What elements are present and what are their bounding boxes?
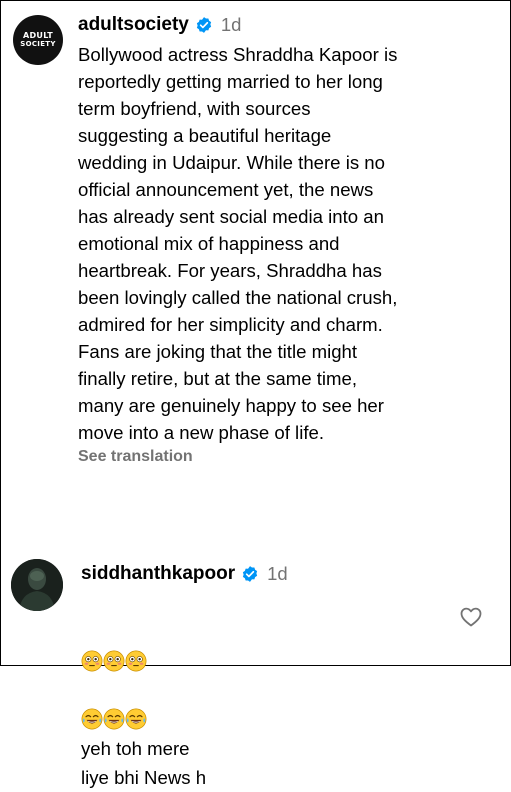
post-time[interactable]: 1d — [221, 14, 242, 36]
comment-header: siddhanthkapoor 1d — [81, 559, 451, 589]
tears-of-joy-emoji-icon — [125, 708, 147, 730]
comment-time[interactable]: 1d — [267, 563, 288, 585]
flushed-face-emoji-icon — [125, 650, 147, 672]
comment-text-line1: yeh toh mere — [81, 738, 190, 759]
comment-username[interactable]: siddhanthkapoor — [81, 563, 235, 585]
post-header: adultsociety 1d — [78, 9, 498, 41]
heart-outline-icon[interactable] — [459, 605, 483, 629]
caption-text: Bollywood actress Shraddha Kapoor is rep… — [78, 44, 398, 443]
verified-badge-icon — [196, 17, 211, 33]
avatar-text-line1: ADULT — [22, 31, 54, 40]
emoji-group-flushed — [81, 650, 147, 672]
see-translation-link[interactable]: See translation — [78, 448, 193, 466]
adultsociety-avatar[interactable]: ADULT SOCIETY — [13, 15, 63, 65]
flushed-face-emoji-icon — [103, 650, 125, 672]
flushed-face-emoji-icon — [81, 650, 103, 672]
post-username[interactable]: adultsociety — [78, 14, 189, 36]
comment-text-line2: liye bhi News h — [81, 767, 207, 788]
post-body: adultsociety 1d Bollywood actress Shradd… — [78, 9, 498, 466]
screenshot-frame: ADULT SOCIETY adultsociety 1d Bollywood … — [0, 0, 511, 788]
verified-badge-icon — [243, 566, 258, 582]
avatar-photo-icon — [11, 559, 63, 611]
avatar-text-line2: SOCIETY — [20, 40, 56, 48]
comment-text: yeh toh mere liye bhi News h — [81, 589, 451, 792]
tears-of-joy-emoji-icon — [103, 708, 125, 730]
tears-of-joy-emoji-icon — [81, 708, 103, 730]
siddhanthkapoor-avatar[interactable] — [11, 559, 63, 611]
comment-body: siddhanthkapoor 1d yeh toh mere liye bhi… — [81, 559, 451, 792]
emoji-group-tears-of-joy — [81, 708, 147, 730]
